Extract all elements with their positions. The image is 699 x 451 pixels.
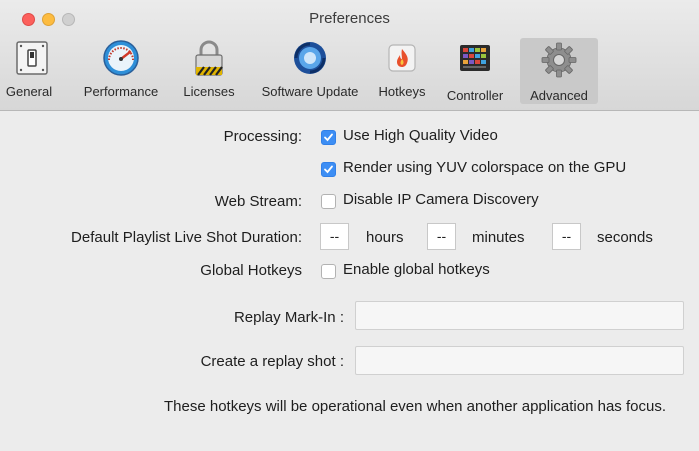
tab-label: Controller xyxy=(446,88,504,103)
toolbar: Preferences General Performance Licenses… xyxy=(0,0,699,111)
seconds-unit-label: seconds xyxy=(597,229,653,246)
switch-icon xyxy=(16,41,48,75)
tab-label: Hotkeys xyxy=(378,84,426,99)
create-replay-shot-label: Create a replay shot : xyxy=(200,353,344,370)
tab-controller[interactable]: Controller xyxy=(438,36,512,103)
disable-ip-camera-checkbox[interactable] xyxy=(321,194,336,209)
controller-icon xyxy=(460,45,490,71)
gear-icon xyxy=(541,42,577,78)
replay-mark-in-field[interactable] xyxy=(355,301,684,330)
minutes-field[interactable]: -- xyxy=(427,223,456,250)
tab-general[interactable]: General xyxy=(6,36,52,100)
tab-performance[interactable]: Performance xyxy=(74,36,168,100)
tab-label: Advanced xyxy=(530,88,588,103)
enable-global-hotkeys-label: Enable global hotkeys xyxy=(343,261,490,278)
checkmark-icon xyxy=(324,165,333,174)
tab-label: Software Update xyxy=(261,84,359,99)
minutes-unit-label: minutes xyxy=(472,229,525,246)
padlock-icon xyxy=(195,40,223,76)
yuv-colorspace-label: Render using YUV colorspace on the GPU xyxy=(343,159,627,176)
tab-software-update[interactable]: Software Update xyxy=(248,36,372,100)
preferences-window: Preferences General Performance Licenses… xyxy=(0,0,699,451)
disable-ip-camera-label: Disable IP Camera Discovery xyxy=(343,191,539,208)
window-title: Preferences xyxy=(309,10,390,27)
web-stream-label: Web Stream: xyxy=(214,193,302,210)
checkmark-icon xyxy=(324,133,333,142)
replay-mark-in-label: Replay Mark-In : xyxy=(233,309,344,326)
tab-label: General xyxy=(5,84,53,99)
tab-hotkeys[interactable]: Hotkeys xyxy=(374,36,430,100)
yuv-colorspace-checkbox[interactable] xyxy=(321,162,336,177)
playlist-duration-label: Default Playlist Live Shot Duration: xyxy=(71,229,302,246)
speedometer-icon xyxy=(103,40,139,76)
enable-global-hotkeys-checkbox[interactable] xyxy=(321,264,336,279)
high-quality-video-label: Use High Quality Video xyxy=(343,127,498,144)
processing-label: Processing: xyxy=(223,128,302,145)
tab-label: Licenses xyxy=(183,84,235,99)
refresh-icon xyxy=(294,42,326,74)
flame-icon xyxy=(388,44,416,72)
hours-unit-label: hours xyxy=(366,229,404,246)
tab-advanced[interactable]: Advanced xyxy=(520,38,598,104)
create-replay-shot-field[interactable] xyxy=(355,346,684,375)
seconds-field[interactable]: -- xyxy=(552,223,581,250)
global-hotkeys-label: Global Hotkeys xyxy=(200,262,302,279)
hotkeys-note: These hotkeys will be operational even w… xyxy=(164,398,666,415)
tab-licenses[interactable]: Licenses xyxy=(178,36,240,100)
hours-field[interactable]: -- xyxy=(320,223,349,250)
tab-label: Performance xyxy=(83,84,159,99)
high-quality-video-checkbox[interactable] xyxy=(321,130,336,145)
